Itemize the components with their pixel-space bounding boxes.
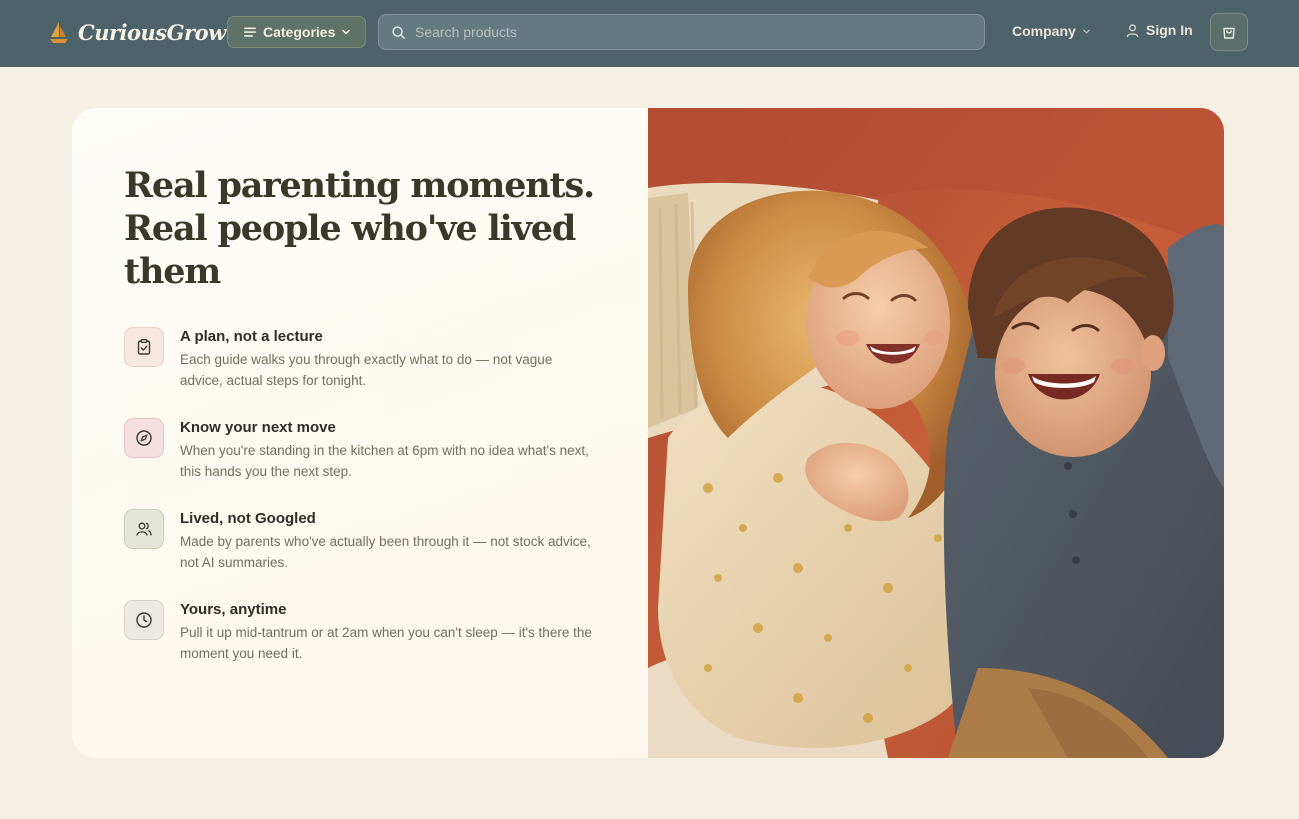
feature-description: When you're standing in the kitchen at 6… — [180, 443, 589, 479]
feature-title: Lived, not Googled — [180, 510, 316, 527]
clipboard-check-icon — [137, 338, 151, 355]
hero-text-panel: Real parenting moments. Real people who'… — [72, 108, 648, 758]
feature-item: Know your next move When you're standing… — [124, 418, 604, 509]
categories-label: Categories — [263, 24, 336, 40]
search-input[interactable] — [415, 24, 955, 40]
feature-item: A plan, not a lecture Each guide walks y… — [124, 327, 604, 418]
chevron-down-icon — [1082, 29, 1090, 34]
feature-text: Know your next move When you're standing… — [180, 418, 595, 482]
feature-text: Lived, not Googled Made by parents who'v… — [180, 509, 595, 573]
company-menu[interactable]: Company — [1012, 23, 1091, 39]
brand-name: CuriousGrow — [78, 19, 226, 45]
feature-icon-box — [124, 418, 164, 458]
search-icon — [392, 25, 405, 39]
search-bar[interactable] — [378, 14, 985, 50]
laughing-children-photo — [648, 108, 1224, 758]
user-icon — [1126, 23, 1139, 37]
sailboat-logo-icon — [50, 22, 68, 43]
chevron-down-icon — [342, 29, 351, 35]
feature-text: A plan, not a lecture Each guide walks y… — [180, 327, 595, 391]
feature-item: Lived, not Googled Made by parents who'v… — [124, 509, 604, 600]
feature-icon-box — [124, 509, 164, 549]
cart-button[interactable] — [1210, 13, 1248, 51]
feature-description: Made by parents who've actually been thr… — [180, 534, 591, 570]
brand-logo[interactable]: CuriousGrow — [48, 19, 226, 45]
sign-in-label: Sign In — [1146, 22, 1193, 38]
feature-icon-box — [124, 327, 164, 367]
users-icon — [136, 522, 152, 536]
sign-in-link[interactable]: Sign In — [1125, 22, 1193, 38]
feature-item: Yours, anytime Pull it up mid-tantrum or… — [124, 600, 604, 691]
menu-icon — [244, 27, 256, 37]
feature-icon-box — [124, 600, 164, 640]
company-label: Company — [1012, 23, 1076, 39]
feature-list: A plan, not a lecture Each guide walks y… — [124, 327, 604, 691]
feature-title: Know your next move — [180, 419, 336, 436]
top-navigation-bar: CuriousGrow Categories Company Sign In — [0, 0, 1299, 67]
feature-text: Yours, anytime Pull it up mid-tantrum or… — [180, 600, 595, 664]
categories-button[interactable]: Categories — [227, 16, 366, 48]
feature-description: Each guide walks you through exactly wha… — [180, 352, 553, 388]
feature-title: Yours, anytime — [180, 601, 287, 618]
hero-title: Real parenting moments. Real people who'… — [124, 165, 595, 292]
compass-icon — [136, 430, 152, 446]
shopping-bag-icon — [1223, 27, 1235, 39]
feature-title: A plan, not a lecture — [180, 328, 323, 345]
hero-card: Real parenting moments. Real people who'… — [72, 108, 1224, 758]
feature-description: Pull it up mid-tantrum or at 2am when yo… — [180, 625, 592, 661]
clock-icon — [136, 612, 152, 628]
hero-photo — [648, 108, 1224, 758]
